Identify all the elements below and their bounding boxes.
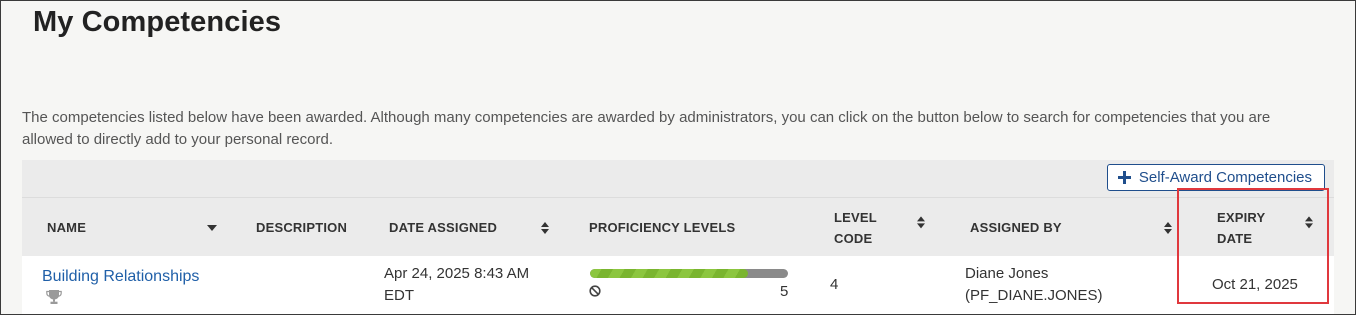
competency-link[interactable]: Building Relationships bbox=[42, 268, 199, 285]
no-symbol-icon bbox=[589, 285, 601, 297]
self-award-label: Self-Award Competencies bbox=[1138, 169, 1312, 186]
column-name-label: NAME bbox=[47, 220, 87, 235]
date-assigned-cell: Apr 24, 2025 8:43 AM EDT bbox=[384, 263, 529, 307]
column-description-label: DESCRIPTION bbox=[256, 220, 348, 235]
sort-icon[interactable] bbox=[540, 221, 550, 235]
competencies-panel: My Competencies The competencies listed … bbox=[0, 0, 1356, 315]
column-header-expiry-date[interactable]: EXPIRY DATE bbox=[1217, 198, 1322, 257]
plus-icon bbox=[1117, 171, 1131, 184]
sort-icon[interactable] bbox=[1304, 215, 1314, 229]
assigned-by-line2: (PF_DIANE.JONES) bbox=[965, 287, 1103, 304]
trophy-icon bbox=[46, 290, 62, 304]
date-assigned-line2: EDT bbox=[384, 287, 414, 304]
sort-icon[interactable] bbox=[1163, 221, 1173, 235]
date-assigned-line1: Apr 24, 2025 8:43 AM bbox=[384, 265, 530, 282]
column-proficiency-label: PROFICIENCY LEVELS bbox=[589, 220, 736, 235]
assigned-by-line1: Diane Jones bbox=[965, 265, 1049, 282]
column-level-code-label: LEVEL CODE bbox=[834, 207, 877, 249]
column-assigned-by-label: ASSIGNED BY bbox=[970, 220, 1062, 235]
assigned-by-cell: Diane Jones (PF_DIANE.JONES) bbox=[965, 263, 1103, 307]
column-header-name[interactable]: NAME bbox=[47, 198, 227, 257]
expiry-line2: DATE bbox=[1217, 230, 1253, 246]
column-header-level-code[interactable]: LEVEL CODE bbox=[834, 198, 934, 257]
level-code-cell: 4 bbox=[830, 276, 839, 293]
column-expiry-label: EXPIRY DATE bbox=[1217, 207, 1265, 249]
competency-name-cell: Building Relationships bbox=[42, 266, 199, 288]
proficiency-max-value: 5 bbox=[780, 283, 789, 300]
column-header-description: DESCRIPTION bbox=[256, 198, 376, 257]
level-code-line1: LEVEL bbox=[834, 209, 877, 225]
column-header-assigned-by[interactable]: ASSIGNED BY bbox=[970, 198, 1180, 257]
intro-text: The competencies listed below have been … bbox=[22, 109, 1271, 148]
table-row: Building Relationships Apr 24, 2025 8:43… bbox=[22, 256, 1334, 314]
proficiency-progress-fill bbox=[590, 269, 749, 278]
level-code-line2: CODE bbox=[834, 230, 873, 246]
sort-icon[interactable] bbox=[916, 215, 926, 229]
table-toolbar: Self-Award Competencies bbox=[22, 160, 1334, 197]
column-date-assigned-label: DATE ASSIGNED bbox=[389, 220, 498, 235]
proficiency-progress-bar bbox=[590, 269, 788, 278]
expiry-line1: EXPIRY bbox=[1217, 209, 1266, 225]
column-header-date-assigned[interactable]: DATE ASSIGNED bbox=[389, 198, 559, 257]
expiry-date-cell: Oct 21, 2025 bbox=[1212, 276, 1298, 293]
self-award-competencies-button[interactable]: Self-Award Competencies bbox=[1106, 164, 1325, 191]
caret-down-icon[interactable] bbox=[207, 224, 217, 231]
table-header: NAME DESCRIPTION DATE ASSIGNED PROFICIEN… bbox=[22, 197, 1334, 256]
page-title: My Competencies bbox=[33, 6, 282, 38]
column-header-proficiency-levels: PROFICIENCY LEVELS bbox=[589, 198, 789, 257]
